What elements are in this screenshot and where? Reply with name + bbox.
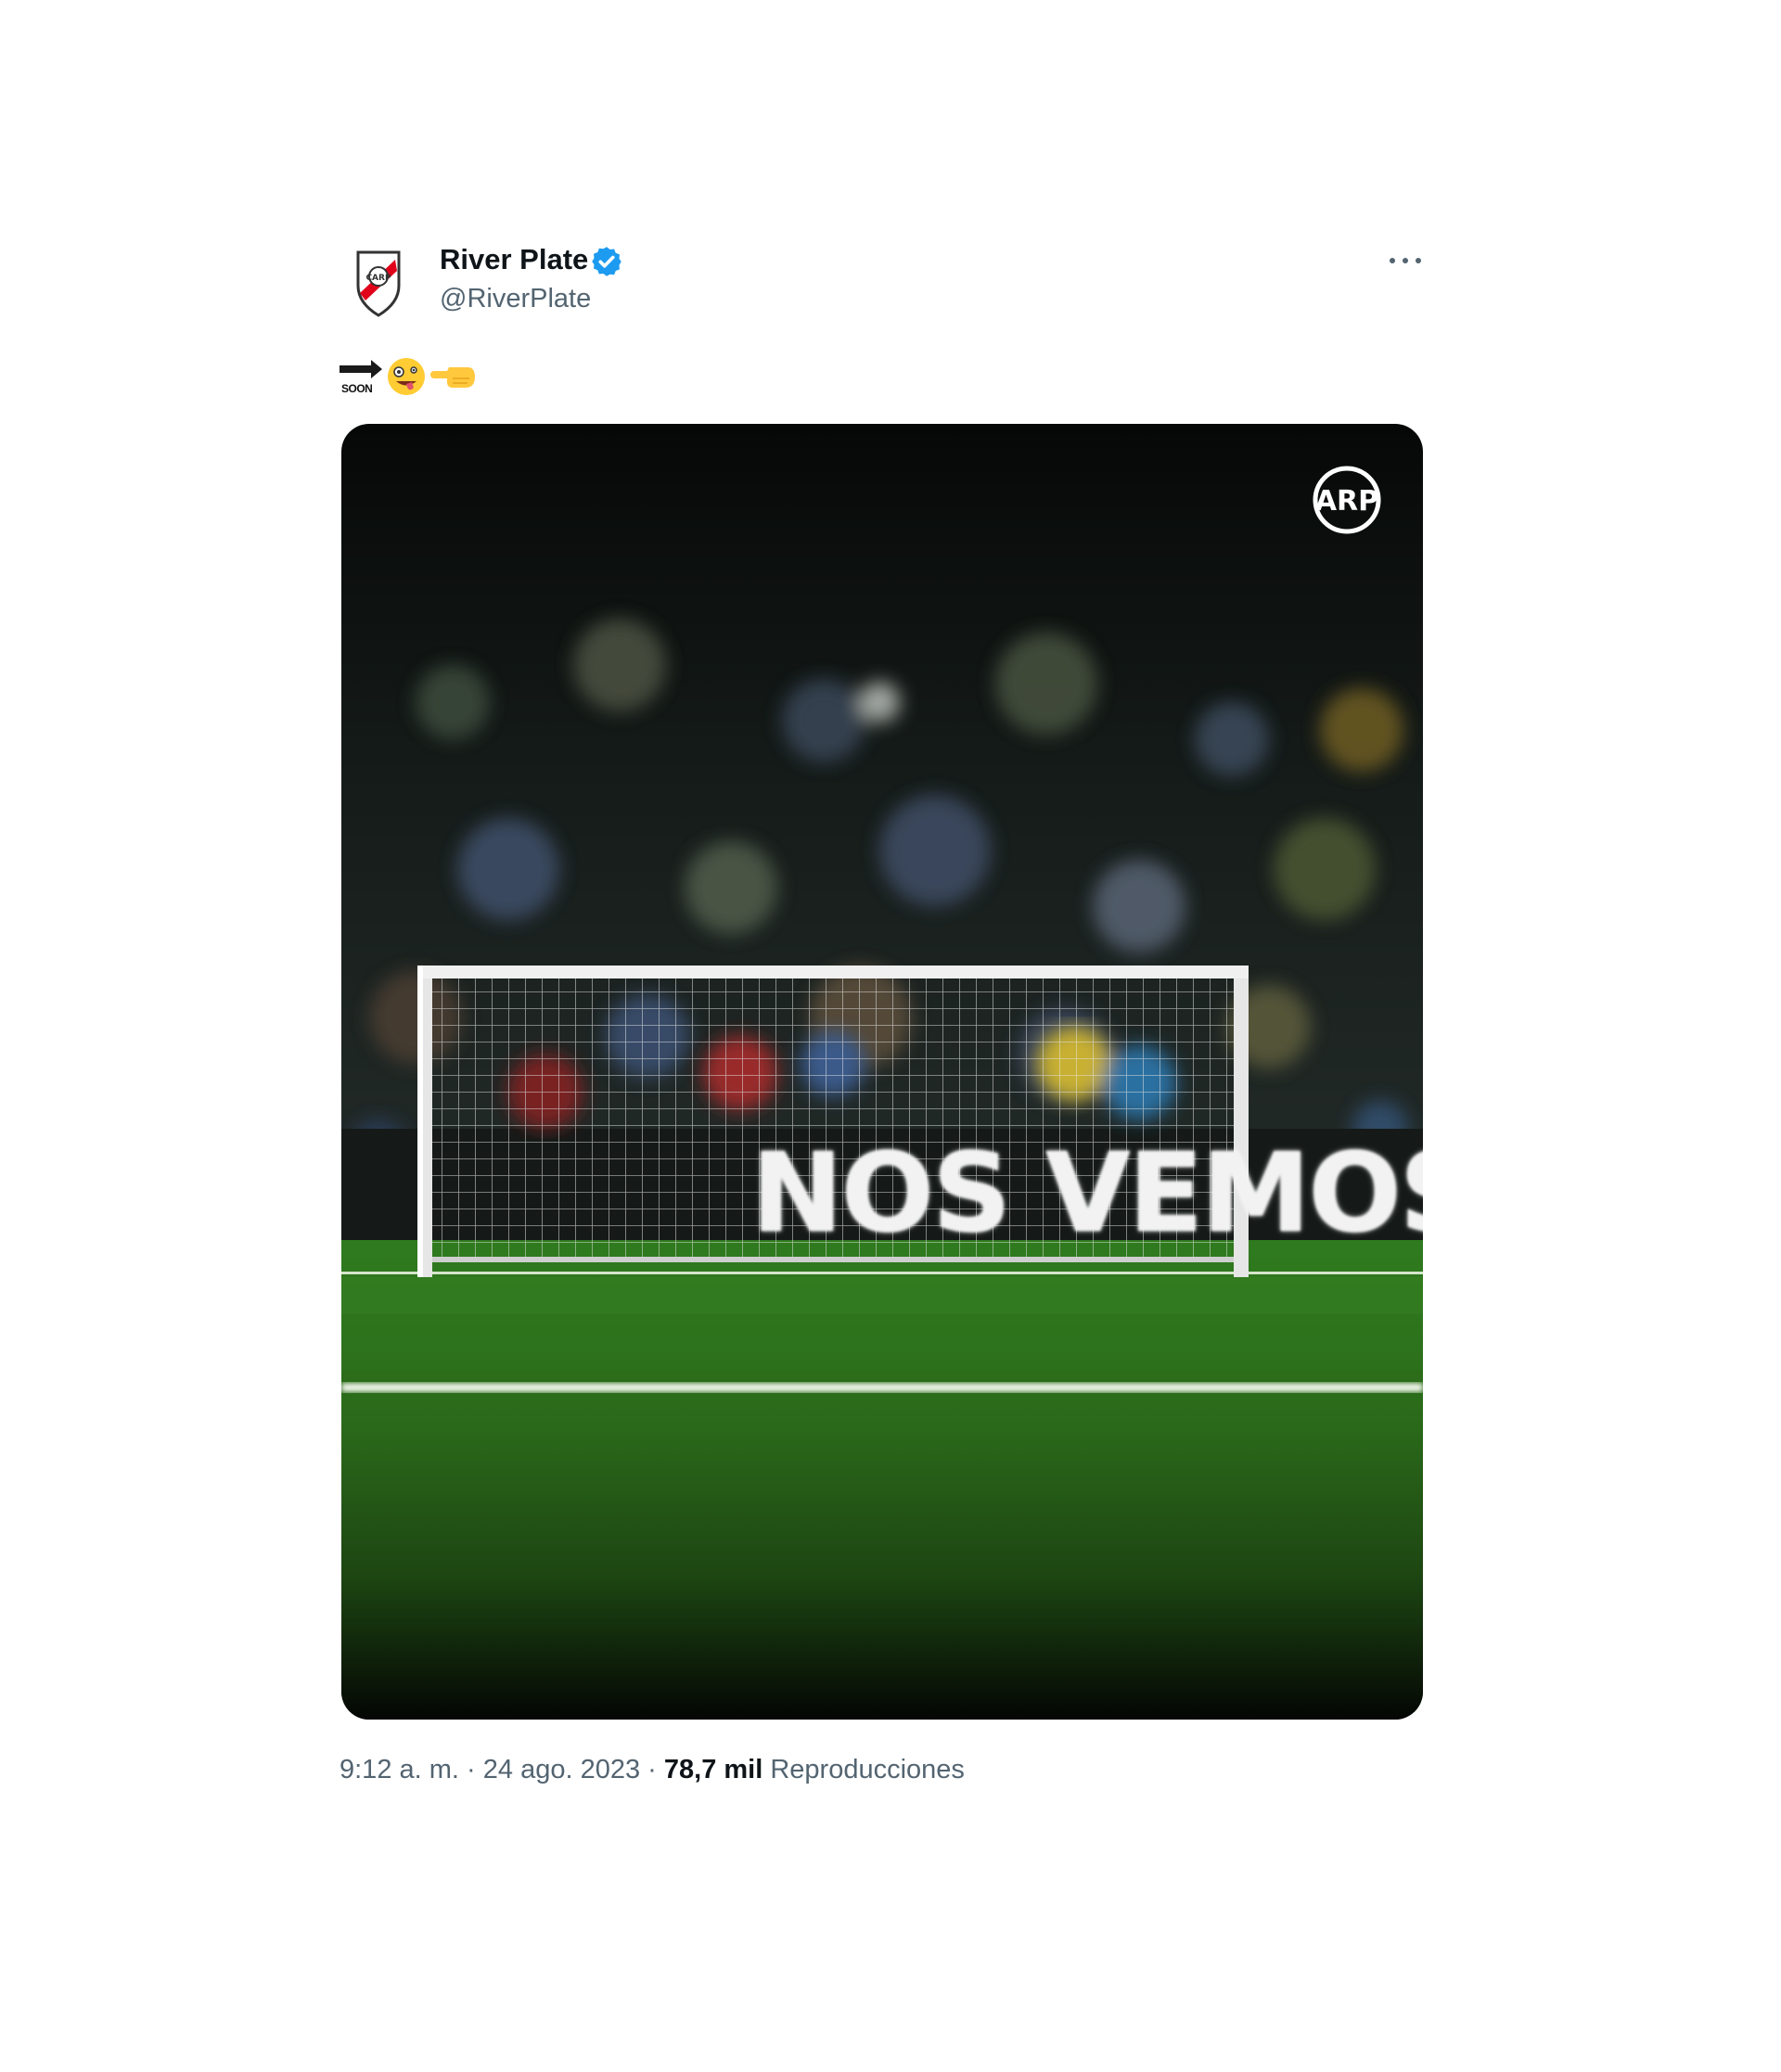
soon-label: SOON [341, 382, 373, 395]
more-options-button[interactable] [1388, 243, 1425, 276]
tweet-meta: 9:12 a. m. · 24 ago. 2023 · 78,7 mil Rep… [340, 1755, 965, 1785]
author-handle[interactable]: @RiverPlate [440, 284, 591, 314]
dot-icon [1416, 258, 1421, 263]
author-name[interactable]: River Plate [440, 243, 588, 276]
author-avatar[interactable]: CARP [338, 239, 419, 321]
tweet-date-link[interactable]: 24 ago. 2023 [483, 1755, 640, 1784]
tweet-text: SOON [340, 356, 525, 401]
svg-text:CARP: CARP [365, 274, 391, 283]
meta-separator: · [467, 1755, 476, 1784]
media-caption-text: NOS VEMOS [751, 1129, 1423, 1257]
carp-logo-icon: ARP [1313, 466, 1381, 534]
svg-text:ARP: ARP [1315, 485, 1378, 518]
zany-face-icon [388, 358, 425, 395]
stadium-goal-image [341, 424, 1423, 1720]
dot-icon [1390, 258, 1395, 263]
views-label: Reproducciones [770, 1755, 965, 1784]
dot-icon [1403, 258, 1408, 263]
views-count: 78,7 mil [663, 1755, 763, 1784]
verified-badge-icon [592, 247, 621, 276]
meta-separator: · [647, 1755, 657, 1784]
backhand-index-pointing-left-icon [430, 367, 475, 388]
tweet-time-link[interactable]: 9:12 a. m. [340, 1755, 459, 1784]
river-plate-crest-icon: CARP [356, 250, 401, 317]
tweet: CARP River Plate @RiverPlate SOON NOS VE… [0, 0, 1781, 2072]
tweet-media-image[interactable]: NOS VEMOS ARP [341, 424, 1423, 1720]
